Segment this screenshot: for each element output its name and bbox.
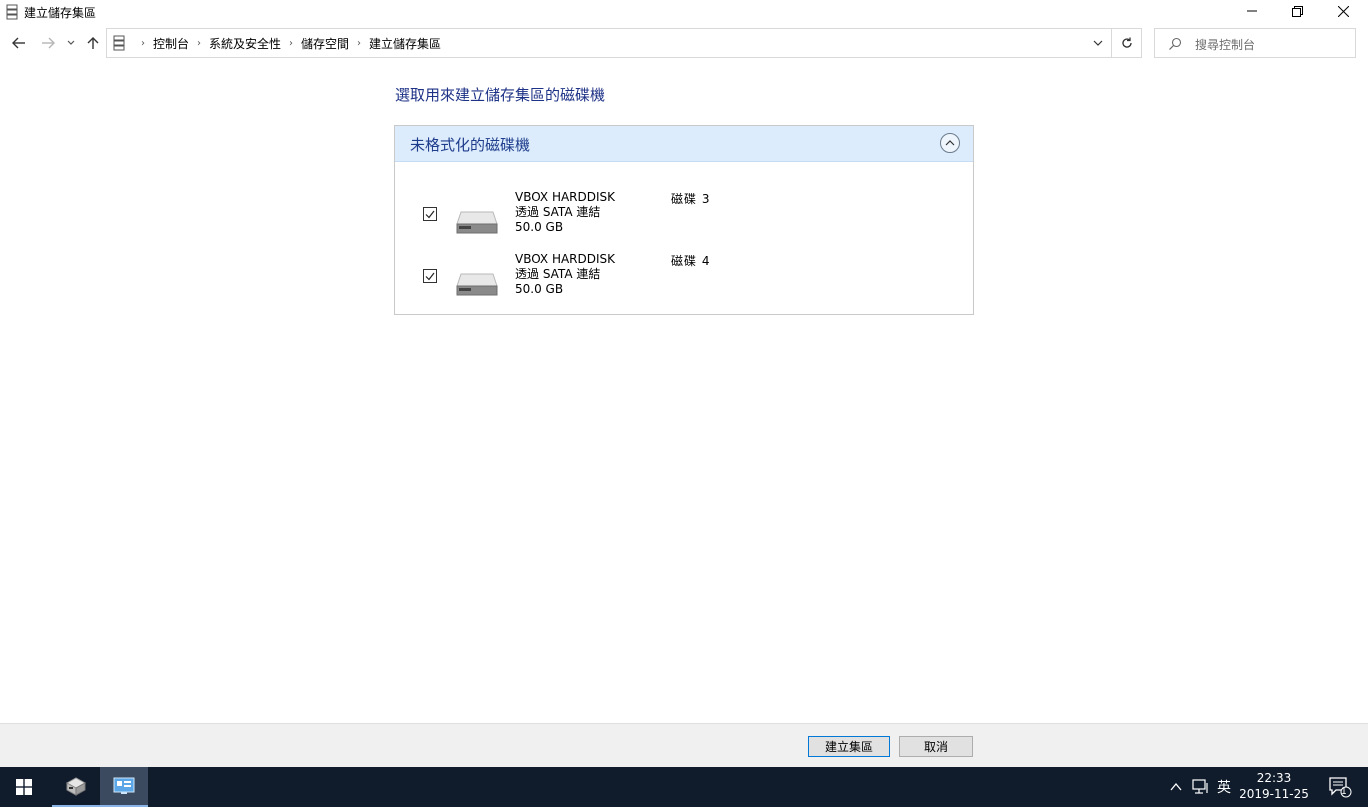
- breadcrumb-item[interactable]: 控制台: [153, 35, 189, 52]
- breadcrumb-item[interactable]: 建立儲存集區: [369, 35, 441, 52]
- disk-row: VBOX HARDDISK 透過 SATA 連結 50.0 GB 磁碟 4: [395, 252, 973, 308]
- back-button[interactable]: [8, 32, 30, 54]
- restore-icon: [1291, 5, 1303, 17]
- window-title: 建立儲存集區: [24, 6, 97, 20]
- clock-date: 2019-11-25: [1239, 787, 1309, 801]
- up-arrow-icon: [87, 37, 99, 49]
- taskbar-control-panel[interactable]: [100, 767, 148, 807]
- disk-name: VBOX HARDDISK: [515, 252, 616, 266]
- network-tray-button[interactable]: [1190, 767, 1212, 807]
- clock[interactable]: 22:33 2019-11-25: [1236, 770, 1312, 802]
- control-panel-icon: [113, 777, 135, 794]
- action-center-button[interactable]: 1: [1322, 767, 1358, 807]
- taskbar-server-manager[interactable]: [52, 767, 100, 807]
- refresh-button[interactable]: [1111, 28, 1142, 58]
- group-header[interactable]: 未格式化的磁碟機: [395, 126, 973, 162]
- ime-indicator[interactable]: 英: [1214, 767, 1234, 807]
- disk-size: 50.0 GB: [515, 282, 564, 296]
- disk-info: VBOX HARDDISK 透過 SATA 連結 50.0 GB: [515, 190, 615, 235]
- disk-name: VBOX HARDDISK: [515, 190, 616, 204]
- breadcrumb-item[interactable]: 儲存空間: [301, 35, 349, 52]
- address-dropdown-button[interactable]: [1089, 34, 1107, 52]
- checkmark-icon: [425, 210, 435, 218]
- collapse-button[interactable]: [940, 133, 960, 153]
- disk-connection: 透過 SATA 連結: [515, 205, 601, 219]
- storage-pool-icon: [113, 35, 125, 51]
- group-title: 未格式化的磁碟機: [410, 136, 531, 154]
- back-arrow-icon: [12, 37, 25, 49]
- search-icon: [1169, 37, 1182, 50]
- notification-icon: [1329, 777, 1352, 798]
- up-button[interactable]: [82, 32, 104, 54]
- unformatted-drives-group: 未格式化的磁碟機 VBOX HARDDISK 透過 SATA 連結 50.0 G…: [394, 125, 974, 315]
- title-bar: 建立儲存集區: [0, 0, 1368, 24]
- chevron-right-icon[interactable]: ›: [289, 38, 293, 49]
- search-box[interactable]: 搜尋控制台: [1154, 28, 1356, 58]
- close-button[interactable]: [1320, 0, 1366, 22]
- disk-number: 磁碟 3: [671, 192, 711, 206]
- clock-time: 22:33: [1256, 771, 1292, 785]
- breadcrumb-item[interactable]: 系統及安全性: [209, 35, 281, 52]
- chevron-up-icon: [945, 140, 955, 146]
- page-heading: 選取用來建立儲存集區的磁碟機: [395, 86, 606, 104]
- create-pool-button[interactable]: 建立集區: [808, 736, 890, 757]
- breadcrumb: › 控制台 › 系統及安全性 › 儲存空間 › 建立儲存集區: [113, 29, 441, 57]
- chevron-up-icon: [1170, 783, 1182, 791]
- recent-locations-button[interactable]: [62, 32, 80, 54]
- refresh-icon: [1121, 37, 1132, 48]
- disk-connection: 透過 SATA 連結: [515, 267, 601, 281]
- taskbar: 英 22:33 2019-11-25 1: [0, 767, 1368, 807]
- minimize-icon: [1247, 10, 1257, 12]
- show-hidden-icons-button[interactable]: [1168, 767, 1184, 807]
- disk-info: VBOX HARDDISK 透過 SATA 連結 50.0 GB: [515, 252, 615, 297]
- chevron-right-icon[interactable]: ›: [197, 38, 201, 49]
- windows-logo-icon: [16, 779, 32, 795]
- forward-button[interactable]: [37, 32, 59, 54]
- close-icon: [1337, 5, 1349, 17]
- chevron-down-icon: [1093, 40, 1103, 46]
- start-button[interactable]: [0, 767, 48, 807]
- cancel-button[interactable]: 取消: [899, 736, 973, 757]
- address-bar[interactable]: › 控制台 › 系統及安全性 › 儲存空間 › 建立儲存集區: [106, 28, 1112, 58]
- storage-pool-icon: [6, 4, 18, 20]
- command-bar: 建立集區 取消: [0, 723, 1368, 767]
- notification-count: 1: [1341, 787, 1347, 797]
- chevron-down-icon: [67, 40, 75, 45]
- chevron-right-icon[interactable]: ›: [357, 38, 361, 49]
- disk-size: 50.0 GB: [515, 220, 564, 234]
- forward-arrow-icon: [42, 37, 55, 49]
- hard-drive-icon: [456, 273, 498, 296]
- chevron-right-icon: ›: [141, 37, 145, 49]
- disk-checkbox[interactable]: [423, 269, 437, 283]
- search-placeholder: 搜尋控制台: [1195, 38, 1256, 52]
- checkmark-icon: [425, 272, 435, 280]
- restore-button[interactable]: [1274, 0, 1320, 22]
- server-manager-icon: [65, 777, 87, 796]
- disk-row: VBOX HARDDISK 透過 SATA 連結 50.0 GB 磁碟 3: [395, 190, 973, 246]
- network-icon: [1192, 779, 1208, 794]
- navigation-bar: › 控制台 › 系統及安全性 › 儲存空間 › 建立儲存集區 搜尋控制台: [0, 26, 1368, 60]
- disk-checkbox[interactable]: [423, 207, 437, 221]
- minimize-button[interactable]: [1229, 0, 1275, 22]
- disk-number: 磁碟 4: [671, 254, 711, 268]
- hard-drive-icon: [456, 211, 498, 234]
